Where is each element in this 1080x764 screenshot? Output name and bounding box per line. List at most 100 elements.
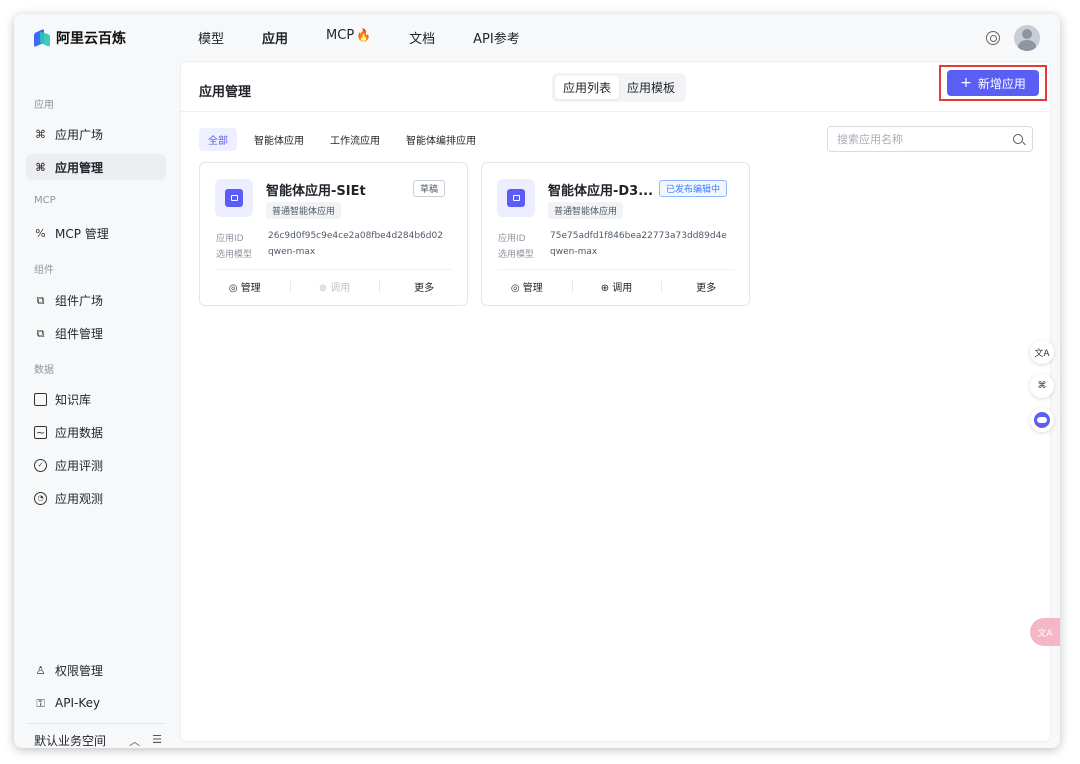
nav-item-mcp-label: MCP (326, 28, 355, 43)
new-app-button[interactable]: + 新增应用 (947, 70, 1039, 96)
view-segmented-control: 应用列表 应用模板 (552, 73, 687, 102)
app-id-label: 应用ID (216, 234, 244, 244)
pie-chart-icon: ◔ (34, 491, 47, 505)
search-icon[interactable] (1013, 134, 1023, 144)
tab-app-templates[interactable]: 应用模板 (619, 76, 683, 99)
model-label: 选用模型 (498, 250, 535, 260)
page-title: 应用管理 (199, 85, 252, 100)
filter-workflow-apps[interactable]: 工作流应用 (321, 128, 389, 151)
grid-icon: ⌘ (35, 160, 46, 174)
sidebar-section-data: 数据 (34, 365, 54, 376)
tab-app-list[interactable]: 应用列表 (555, 76, 620, 99)
manage-label: 管理 (240, 283, 261, 294)
card-divider (216, 269, 452, 270)
app-card[interactable]: 智能体应用-SIEt 草稿 普通智能体应用 应用ID 26c9d0f95c9e4… (199, 162, 468, 306)
plus-icon: + (960, 75, 972, 91)
logo-icon (34, 28, 50, 48)
new-app-label: 新增应用 (977, 76, 1026, 91)
app-type-tag: 普通智能体应用 (266, 202, 342, 219)
sidebar-item-mcp-management[interactable]: % MCP 管理 (26, 220, 166, 246)
sidebar-section-components: 组件 (34, 265, 54, 276)
brand-logo[interactable]: 阿里云百炼 (34, 28, 126, 48)
nav-item-api-ref[interactable]: API参考 (473, 28, 520, 47)
sidebar-item-component-management[interactable]: ⧉ 组件管理 (26, 320, 166, 346)
invoke-label: 调用 (330, 283, 351, 294)
manage-button[interactable]: ◎ 管理 (200, 279, 290, 294)
sidebar-item-label: API-Key (55, 696, 101, 710)
search-input[interactable]: 搜索应用名称 (827, 126, 1033, 152)
app-card[interactable]: 智能体应用-D3... 已发布编辑中 普通智能体应用 应用ID 75e75adf… (481, 162, 750, 306)
chevron-up-icon[interactable]: ︿ (129, 733, 140, 749)
sidebar-item-label: MCP 管理 (55, 226, 109, 241)
sidebar-item-label: 应用数据 (55, 425, 104, 440)
key-icon: ⚿ (36, 696, 45, 710)
sidebar-item-component-square[interactable]: ⧉ 组件广场 (26, 287, 166, 313)
filter-agent-apps[interactable]: 智能体应用 (245, 128, 313, 151)
main-header: 应用管理 应用列表 应用模板 + 新增应用 (181, 62, 1050, 112)
more-button[interactable]: 更多 (379, 279, 469, 294)
model-value: qwen-max (550, 247, 598, 257)
puzzle-icon: ⧉ (36, 293, 45, 307)
top-bar: 阿里云百炼 模型 应用 MCP 🔥 文档 API参考 (14, 14, 1060, 64)
invoke-button[interactable]: ⊕ 调用 (289, 279, 380, 294)
app-id-value: 75e75adfd1f846bea22773a73dd89d4e (550, 231, 727, 241)
user-icon: ♙ (35, 663, 46, 677)
puzzle-gear-icon: ⧉ (36, 326, 45, 340)
workspace-switcher[interactable]: 默认业务空间 ︿ ☰ (34, 732, 162, 749)
manage-label: 管理 (522, 283, 543, 294)
invoke-button[interactable]: ⊕ 调用 (571, 279, 662, 294)
app-type-tag: 普通智能体应用 (548, 202, 624, 219)
mcp-icon: % (35, 226, 46, 240)
filter-agent-orchestration-apps[interactable]: 智能体编排应用 (397, 128, 485, 151)
card-divider (498, 269, 734, 270)
user-avatar[interactable] (1014, 25, 1040, 51)
status-badge: 草稿 (413, 180, 446, 197)
sidebar-item-permissions[interactable]: ♙ 权限管理 (26, 657, 166, 683)
sidebar-item-app-evaluation[interactable]: ✓ 应用评测 (26, 452, 166, 478)
sidebar-item-label: 应用广场 (55, 127, 104, 142)
app-icon (215, 179, 253, 217)
translate-icon[interactable]: 文A (1030, 340, 1054, 364)
sidebar: 应用 ⌘ 应用广场 ⌘ 应用管理 MCP % MCP 管理 组件 ⧉ 组件广场 … (14, 64, 179, 748)
sidebar-item-app-square[interactable]: ⌘ 应用广场 (26, 121, 166, 147)
app-id-label: 应用ID (498, 234, 526, 244)
book-icon (34, 392, 47, 406)
app-type-filters: 全部 智能体应用 工作流应用 智能体编排应用 (199, 128, 485, 151)
nav-item-mcp[interactable]: MCP 🔥 (326, 28, 371, 47)
menu-icon[interactable]: ☰ (152, 733, 162, 749)
manage-button[interactable]: ◎ 管理 (482, 279, 572, 294)
manage-icon: ◎ (510, 283, 523, 294)
sidebar-item-label: 应用评测 (55, 458, 104, 473)
filter-all[interactable]: 全部 (199, 128, 237, 151)
sidebar-item-label: 权限管理 (55, 663, 104, 678)
app-card-title[interactable]: 智能体应用-D3... (548, 180, 653, 199)
sidebar-item-app-management[interactable]: ⌘ 应用管理 (26, 154, 166, 180)
sidebar-section-apps: 应用 (34, 100, 54, 111)
app-id-value: 26c9d0f95c9e4ce2a08fbe4d284b6d02 (268, 231, 443, 241)
more-button[interactable]: 更多 (661, 279, 751, 294)
compass-icon: ✓ (34, 458, 47, 472)
brand-name: 阿里云百炼 (56, 31, 126, 47)
nav-item-apps[interactable]: 应用 (262, 28, 288, 47)
sidebar-item-app-observability[interactable]: ◔ 应用观测 (26, 485, 166, 511)
sidebar-item-label: 应用管理 (55, 160, 104, 175)
sidebar-item-knowledge-base[interactable]: 知识库 (26, 386, 166, 412)
model-row: 选用模型 qwen-max (216, 247, 315, 260)
nav-item-models[interactable]: 模型 (198, 28, 224, 47)
nav-item-docs[interactable]: 文档 (409, 28, 435, 47)
sidebar-item-app-data[interactable]: ~ 应用数据 (26, 419, 166, 445)
invoke-label: 调用 (612, 283, 633, 294)
model-row: 选用模型 qwen-max (498, 247, 597, 260)
settings-gear-icon[interactable] (986, 31, 1000, 45)
sidebar-section-mcp: MCP (34, 195, 56, 206)
card-actions: ◎ 管理 ⊕ 调用 更多 (200, 279, 469, 294)
translate-icon[interactable]: 文A (1030, 618, 1060, 646)
app-card-title[interactable]: 智能体应用-SIEt (266, 180, 366, 199)
app-id-row: 应用ID 26c9d0f95c9e4ce2a08fbe4d284b6d02 (216, 231, 443, 244)
assistant-robot-icon[interactable] (1030, 408, 1054, 432)
grid-icon[interactable]: ⌘ (1030, 374, 1054, 398)
sidebar-divider (26, 723, 166, 724)
sidebar-item-api-key[interactable]: ⚿ API-Key (26, 690, 166, 716)
sidebar-item-label: 组件管理 (55, 326, 104, 341)
line-chart-icon: ~ (34, 425, 47, 439)
